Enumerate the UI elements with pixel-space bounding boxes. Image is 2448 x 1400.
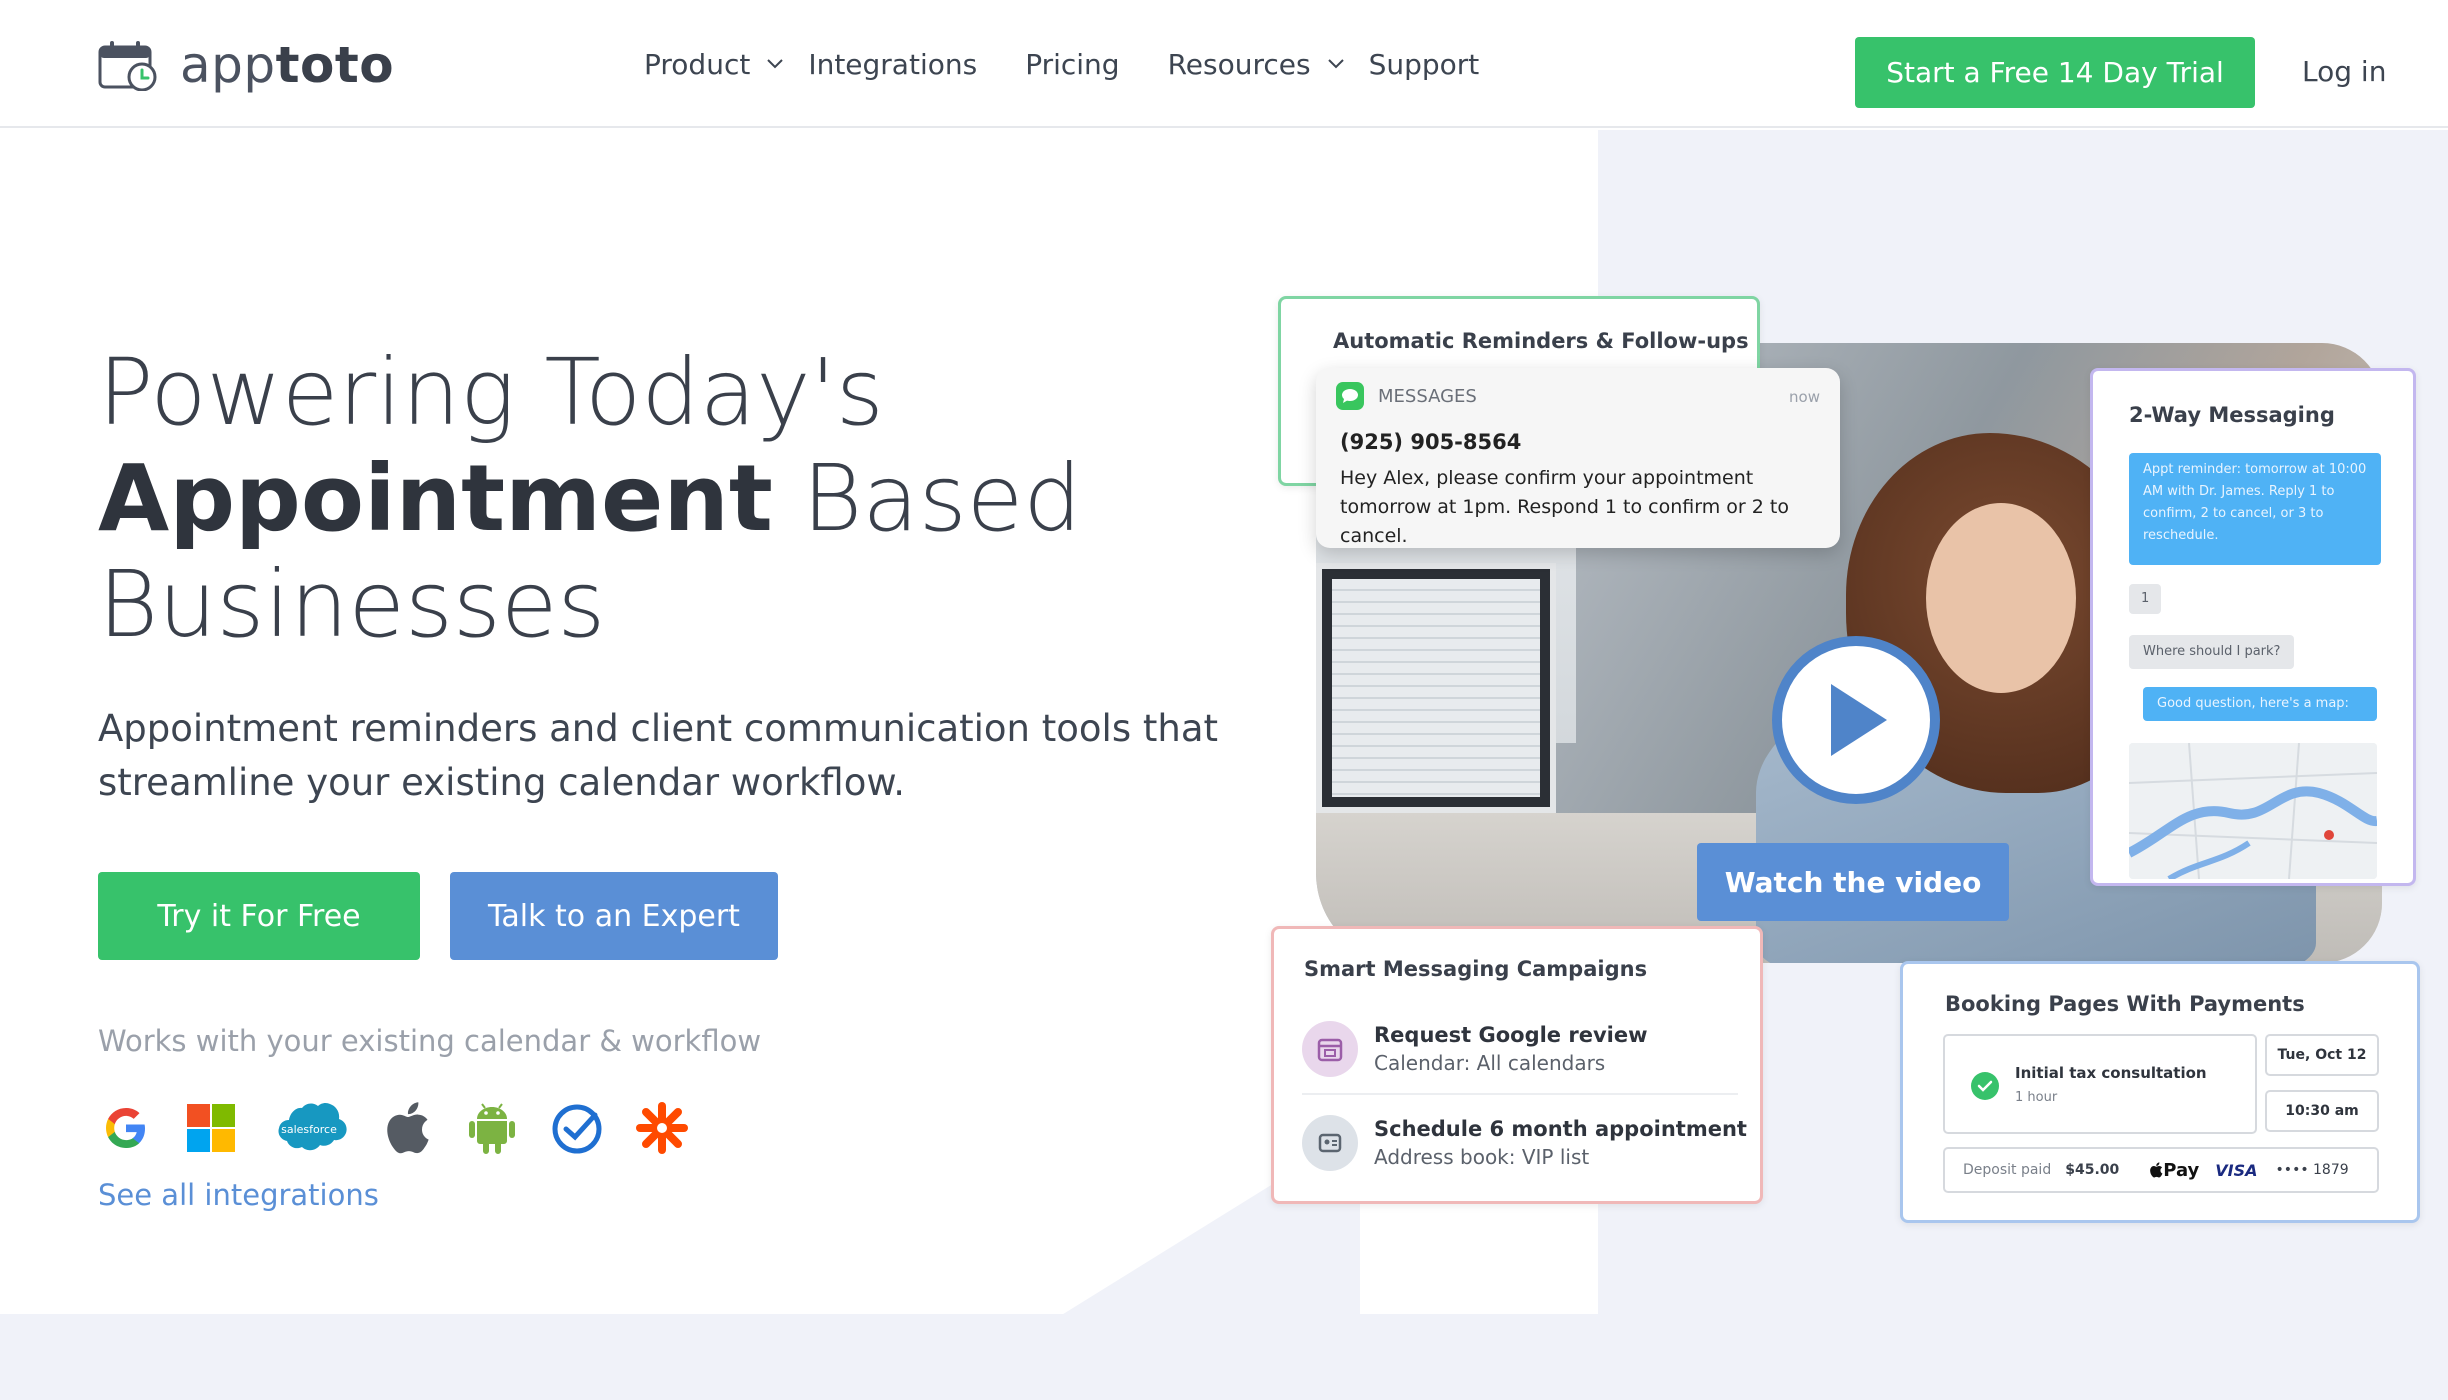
calendar-clock-icon	[98, 41, 157, 91]
watch-video-button[interactable]: Watch the video	[1697, 843, 2009, 921]
apple-pay-label: Pay	[2149, 1160, 2199, 1181]
messages-icon	[1336, 382, 1364, 410]
two-way-messaging-card: 2-Way Messaging Appt reminder: tomorrow …	[2090, 368, 2416, 886]
section-divider-band	[0, 1314, 2448, 1400]
outgoing-message: Appt reminder: tomorrow at 10:00 AM with…	[2129, 453, 2381, 565]
reminders-card-title: Automatic Reminders & Follow-ups	[1333, 329, 1749, 353]
check-icon	[1971, 1072, 1999, 1100]
campaign-divider	[1302, 1093, 1738, 1095]
deposit-label: Deposit paid	[1963, 1162, 2052, 1178]
smart-messaging-card: Smart Messaging Campaigns Request Google…	[1271, 926, 1763, 1204]
address-book-icon	[1302, 1115, 1358, 1171]
hero-subtitle: Appointment reminders and client communi…	[98, 707, 1219, 804]
calendar-icon	[1302, 1021, 1358, 1077]
nav-integrations-label: Integrations	[808, 47, 978, 81]
sms-body: Hey Alex, please confirm your appointmen…	[1340, 467, 1789, 547]
google-icon[interactable]	[98, 1100, 154, 1156]
works-with-text: Works with your existing calendar & work…	[98, 1024, 762, 1058]
chevron-down-icon	[767, 59, 784, 69]
apple-icon	[2150, 1161, 2163, 1177]
play-icon	[1831, 684, 1887, 756]
microsoft-icon[interactable]	[183, 1100, 239, 1156]
booking-card-title: Booking Pages With Payments	[1945, 992, 2305, 1016]
nav-product-label: Product	[644, 47, 751, 81]
salesforce-icon[interactable]: salesforce	[268, 1100, 350, 1156]
campaign-title: Schedule 6 month appointment	[1374, 1117, 1747, 1141]
payment-row: Deposit paid $45.00 Pay VISA •••• 1879	[1943, 1147, 2379, 1193]
main-nav: Product Integrations Pricing Resources S…	[644, 0, 1527, 128]
card-last4: •••• 1879	[2275, 1162, 2349, 1178]
appointment-duration: 1 hour	[2015, 1090, 2058, 1105]
booking-time: 10:30 am	[2265, 1090, 2379, 1132]
campaign-row: Request Google review Calendar: All cale…	[1302, 1021, 1648, 1077]
salesforce-label: salesforce	[281, 1123, 337, 1136]
checkmark-circle-icon[interactable]	[549, 1100, 605, 1156]
integration-icons: salesforce	[98, 1100, 719, 1156]
nav-integrations[interactable]: Integrations	[808, 48, 977, 81]
nav-pricing[interactable]: Pricing	[1025, 48, 1119, 81]
apple-icon[interactable]	[379, 1100, 435, 1156]
login-link[interactable]: Log in	[2302, 55, 2386, 88]
campaign-title: Request Google review	[1374, 1023, 1648, 1047]
map-image	[2129, 743, 2377, 879]
nav-pricing-label: Pricing	[1025, 47, 1120, 81]
campaign-subtitle: Address book: VIP list	[1374, 1145, 1590, 1169]
outgoing-message: Good question, here's a map:	[2143, 687, 2377, 721]
apptoto-logo[interactable]: apptoto	[98, 36, 394, 94]
hero-title-rest: Based	[772, 445, 1082, 552]
chevron-down-icon	[1327, 59, 1344, 69]
photo-person-face	[1926, 503, 2076, 693]
visa-label: VISA	[2215, 1160, 2258, 1180]
nav-support[interactable]: Support	[1369, 48, 1480, 81]
appointment-option: Initial tax consultation 1 hour	[1943, 1034, 2257, 1134]
site-header: apptoto Product Integrations Pricing Res…	[0, 0, 2448, 128]
hero-title-line1: Powering Today's	[98, 339, 884, 446]
incoming-message: 1	[2129, 584, 2162, 614]
talk-expert-button[interactable]: Talk to an Expert	[450, 872, 778, 960]
sms-app-label: MESSAGES	[1336, 382, 1477, 410]
smart-card-title: Smart Messaging Campaigns	[1304, 957, 1648, 981]
sms-phone: (925) 905-8564	[1340, 430, 1522, 454]
play-video-button[interactable]	[1772, 636, 1940, 804]
sms-app-name: MESSAGES	[1378, 385, 1477, 407]
nav-resources-label: Resources	[1167, 47, 1311, 81]
campaign-row: Schedule 6 month appointment Address boo…	[1302, 1115, 1747, 1171]
two-way-card-title: 2-Way Messaging	[2129, 403, 2335, 427]
nav-product[interactable]: Product	[644, 48, 784, 81]
deposit-amount: $45.00	[2065, 1162, 2120, 1178]
incoming-message: Where should I park?	[2129, 635, 2295, 669]
campaign-subtitle: Calendar: All calendars	[1374, 1051, 1606, 1075]
nav-resources[interactable]: Resources	[1168, 48, 1345, 81]
try-free-button[interactable]: Try it For Free	[98, 872, 420, 960]
sms-time: now	[1789, 388, 1820, 406]
booking-date: Tue, Oct 12	[2265, 1034, 2379, 1076]
zapier-icon[interactable]	[634, 1100, 690, 1156]
appointment-title: Initial tax consultation	[2015, 1064, 2207, 1082]
android-icon[interactable]	[464, 1100, 520, 1156]
booking-card: Booking Pages With Payments Initial tax …	[1900, 961, 2420, 1223]
see-all-integrations-link[interactable]: See all integrations	[98, 1178, 379, 1212]
start-trial-button[interactable]: Start a Free 14 Day Trial	[1855, 37, 2255, 108]
hero-title: Powering Today's Appointment Based Busin…	[98, 340, 1082, 658]
sms-notification: MESSAGES now (925) 905-8564 Hey Alex, pl…	[1316, 368, 1840, 548]
hero-title-bold: Appointment	[98, 445, 773, 552]
photo-monitor	[1316, 563, 1556, 813]
hero-title-line3: Businesses	[98, 551, 606, 658]
nav-support-label: Support	[1368, 47, 1480, 81]
logo-wordmark: apptoto	[180, 36, 395, 94]
